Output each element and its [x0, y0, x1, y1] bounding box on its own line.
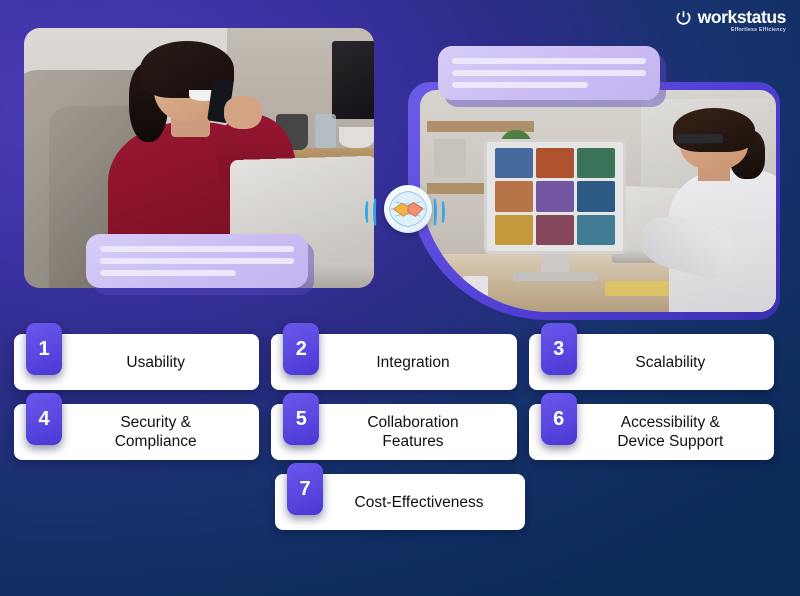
card-label: Collaboration Features — [367, 414, 459, 450]
card-number-badge: 1 — [26, 323, 62, 375]
bubble-line — [100, 246, 294, 252]
feature-card-cost-effectiveness[interactable]: 7 Cost-Effectiveness — [275, 463, 525, 530]
signal-wave-left-outer-icon — [365, 199, 372, 225]
card-label: Scalability — [635, 353, 706, 371]
card-number-badge: 3 — [540, 323, 577, 375]
infographic-root: workstatus Effortless Efficiency 1 Usabi… — [0, 0, 800, 596]
brand-tagline: Effortless Efficiency — [730, 27, 786, 33]
card-number-badge: 5 — [283, 393, 320, 445]
card-label: Cost-Effectiveness — [354, 493, 484, 511]
brand-name: workstatus — [697, 7, 787, 27]
bubble-line — [452, 82, 588, 88]
clock-power-icon — [676, 10, 691, 25]
chat-bubble-left — [86, 234, 308, 288]
feature-card-security-compliance[interactable]: 4 Security & Compliance — [14, 393, 260, 460]
feature-card-collaboration-features[interactable]: 5 Collaboration Features — [271, 393, 517, 460]
bubble-line — [452, 70, 646, 76]
chat-bubble-top — [438, 46, 660, 100]
card-row-1: 1 Usability 2 Integration 3 Scalability — [0, 323, 800, 390]
card-number-badge: 6 — [540, 393, 577, 445]
card-number-badge: 2 — [283, 323, 320, 375]
signal-wave-left-inner-icon — [373, 196, 380, 228]
card-label: Integration — [376, 353, 450, 371]
bubble-line — [452, 58, 646, 64]
bubble-line — [100, 270, 236, 276]
feature-card-grid: 1 Usability 2 Integration 3 Scalability — [0, 323, 800, 544]
card-row-3: 7 Cost-Effectiveness — [0, 463, 800, 530]
card-number-badge: 7 — [287, 463, 323, 515]
handshake-globe-icon — [384, 185, 432, 233]
brand-logo[interactable]: workstatus Effortless Efficiency — [675, 8, 786, 34]
card-number-badge: 4 — [26, 393, 62, 445]
feature-card-integration[interactable]: 2 Integration — [271, 323, 517, 390]
card-label: Usability — [126, 353, 185, 371]
card-row-2: 4 Security & Compliance 5 Collaboration Fe… — [0, 393, 800, 460]
signal-wave-right-outer-icon — [438, 199, 445, 225]
handshake-connection-graphic — [363, 178, 447, 246]
card-label: Accessibility & Device Support — [617, 414, 724, 450]
bubble-line — [100, 258, 294, 264]
feature-card-accessibility-device-support[interactable]: 6 Accessibility & Device Support — [528, 393, 774, 460]
photo-woman-in-video-conference — [420, 90, 776, 312]
feature-card-scalability[interactable]: 3 Scalability — [528, 323, 774, 390]
feature-card-usability[interactable]: 1 Usability — [14, 323, 260, 390]
card-label: Security & Compliance — [114, 414, 197, 450]
